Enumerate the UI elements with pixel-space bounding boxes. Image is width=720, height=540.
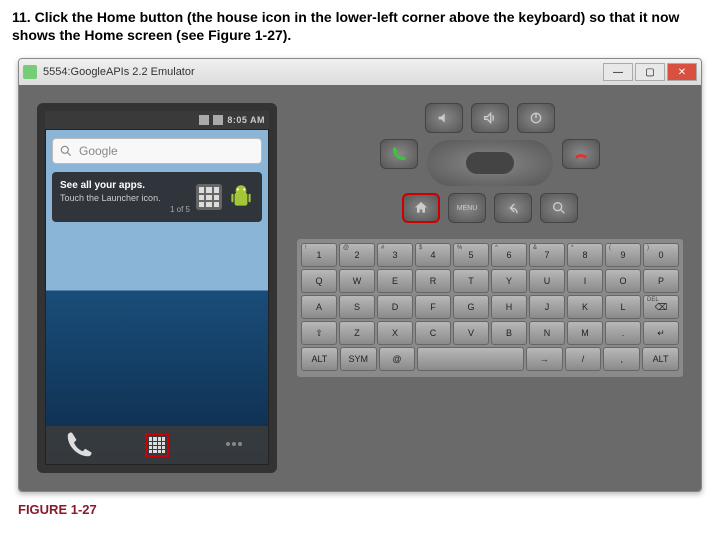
keyboard-row-5: ALTSYM@→/,ALT	[301, 347, 679, 371]
hint-subtitle: Touch the Launcher icon.	[60, 193, 190, 203]
hint-counter: 1 of 5	[60, 205, 190, 214]
search-placeholder: Google	[79, 144, 118, 158]
figure-caption: FIGURE 1-27	[18, 502, 702, 517]
dpad-center-button[interactable]	[466, 152, 514, 174]
search-icon	[59, 144, 73, 158]
launcher-grid-icon	[196, 184, 222, 210]
battery-icon	[213, 115, 223, 125]
keyboard-row-4: ⇧ZXCVBNM.↵	[301, 321, 679, 345]
key-space[interactable]	[417, 347, 523, 371]
key-K[interactable]: K	[567, 295, 603, 319]
search-button[interactable]	[540, 193, 578, 223]
hint-title: See all your apps.	[60, 180, 190, 191]
key-A[interactable]: A	[301, 295, 337, 319]
call-button[interactable]	[380, 139, 418, 169]
key-6[interactable]: ^6	[491, 243, 527, 267]
key-7[interactable]: &7	[529, 243, 565, 267]
key-9[interactable]: (9	[605, 243, 641, 267]
key-M[interactable]: M	[567, 321, 603, 345]
phone-dialer-button[interactable]	[64, 430, 94, 460]
maximize-button[interactable]: ▢	[635, 63, 665, 81]
key-Y[interactable]: Y	[491, 269, 527, 293]
volume-down-button[interactable]	[425, 103, 463, 133]
window-title: 5554:GoogleAPIs 2.2 Emulator	[43, 66, 601, 78]
emulator-window: 5554:GoogleAPIs 2.2 Emulator — ▢ ✕ 8:05 …	[18, 58, 702, 492]
key-C[interactable]: C	[415, 321, 451, 345]
dots-icon	[226, 442, 244, 448]
key-O[interactable]: O	[605, 269, 641, 293]
key-ALT[interactable]: ALT	[301, 347, 338, 371]
key-U[interactable]: U	[529, 269, 565, 293]
home-screen[interactable]: Google See all your apps. Touch the Laun…	[45, 129, 269, 465]
key-B[interactable]: B	[491, 321, 527, 345]
minimize-button[interactable]: —	[603, 63, 633, 81]
google-search-widget[interactable]: Google	[52, 138, 262, 164]
keyboard-row-3: ASDFGHJKLDEL⌫	[301, 295, 679, 319]
key-.[interactable]: .	[605, 321, 641, 345]
volume-up-button[interactable]	[471, 103, 509, 133]
keyboard-row-1: !1@2#3$4%5^6&7*8(9)0	[301, 243, 679, 267]
key-J[interactable]: J	[529, 295, 565, 319]
key-P[interactable]: P	[643, 269, 679, 293]
key-SYM[interactable]: SYM	[340, 347, 377, 371]
home-button[interactable]	[402, 193, 440, 223]
key-Z[interactable]: Z	[339, 321, 375, 345]
key-8[interactable]: *8	[567, 243, 603, 267]
signal-icon	[199, 115, 209, 125]
key-⇧[interactable]: ⇧	[301, 321, 337, 345]
key-L[interactable]: L	[605, 295, 641, 319]
emulator-body: 8:05 AM Google See all your apps. Touch …	[19, 85, 701, 491]
key-,[interactable]: ,	[603, 347, 640, 371]
key-1[interactable]: !1	[301, 243, 337, 267]
control-button-grid: MENU	[297, 103, 683, 223]
key-→[interactable]: →	[526, 347, 563, 371]
key-I[interactable]: I	[567, 269, 603, 293]
key-/[interactable]: /	[565, 347, 602, 371]
keyboard-row-2: QWERTYUIOP	[301, 269, 679, 293]
close-button[interactable]: ✕	[667, 63, 697, 81]
statusbar-clock: 8:05 AM	[227, 115, 265, 125]
key-N[interactable]: N	[529, 321, 565, 345]
tips-card[interactable]: See all your apps. Touch the Launcher ic…	[52, 172, 262, 222]
key-4[interactable]: $4	[415, 243, 451, 267]
key-E[interactable]: E	[377, 269, 413, 293]
key-Q[interactable]: Q	[301, 269, 337, 293]
end-call-button[interactable]	[562, 139, 600, 169]
key-0[interactable]: )0	[643, 243, 679, 267]
key-W[interactable]: W	[339, 269, 375, 293]
dpad[interactable]	[426, 139, 554, 187]
key-3[interactable]: #3	[377, 243, 413, 267]
hardware-controls-panel: MENU !1@2#3$4%5^6&7*8(9)0 QWERTYUIOP ASD…	[297, 103, 683, 473]
key-2[interactable]: @2	[339, 243, 375, 267]
phone-screen-panel: 8:05 AM Google See all your apps. Touch …	[37, 103, 277, 473]
app-icon	[23, 65, 37, 79]
power-button[interactable]	[517, 103, 555, 133]
app-drawer-button[interactable]	[145, 433, 169, 457]
key-T[interactable]: T	[453, 269, 489, 293]
key-V[interactable]: V	[453, 321, 489, 345]
key-F[interactable]: F	[415, 295, 451, 319]
key-↵[interactable]: ↵	[643, 321, 679, 345]
key-5[interactable]: %5	[453, 243, 489, 267]
android-statusbar: 8:05 AM	[45, 111, 269, 129]
key-X[interactable]: X	[377, 321, 413, 345]
hardware-keyboard: !1@2#3$4%5^6&7*8(9)0 QWERTYUIOP ASDFGHJK…	[297, 239, 683, 377]
browser-button[interactable]	[220, 430, 250, 460]
android-robot-icon	[228, 182, 254, 212]
key-ALT[interactable]: ALT	[642, 347, 679, 371]
key-⌫[interactable]: DEL⌫	[643, 295, 679, 319]
key-@[interactable]: @	[379, 347, 416, 371]
key-G[interactable]: G	[453, 295, 489, 319]
dock-bar	[46, 426, 268, 464]
key-D[interactable]: D	[377, 295, 413, 319]
instruction-text: 11. Click the Home button (the house ico…	[0, 0, 720, 52]
window-titlebar: 5554:GoogleAPIs 2.2 Emulator — ▢ ✕	[19, 59, 701, 85]
back-button[interactable]	[494, 193, 532, 223]
key-S[interactable]: S	[339, 295, 375, 319]
menu-button[interactable]: MENU	[448, 193, 486, 223]
key-R[interactable]: R	[415, 269, 451, 293]
key-H[interactable]: H	[491, 295, 527, 319]
